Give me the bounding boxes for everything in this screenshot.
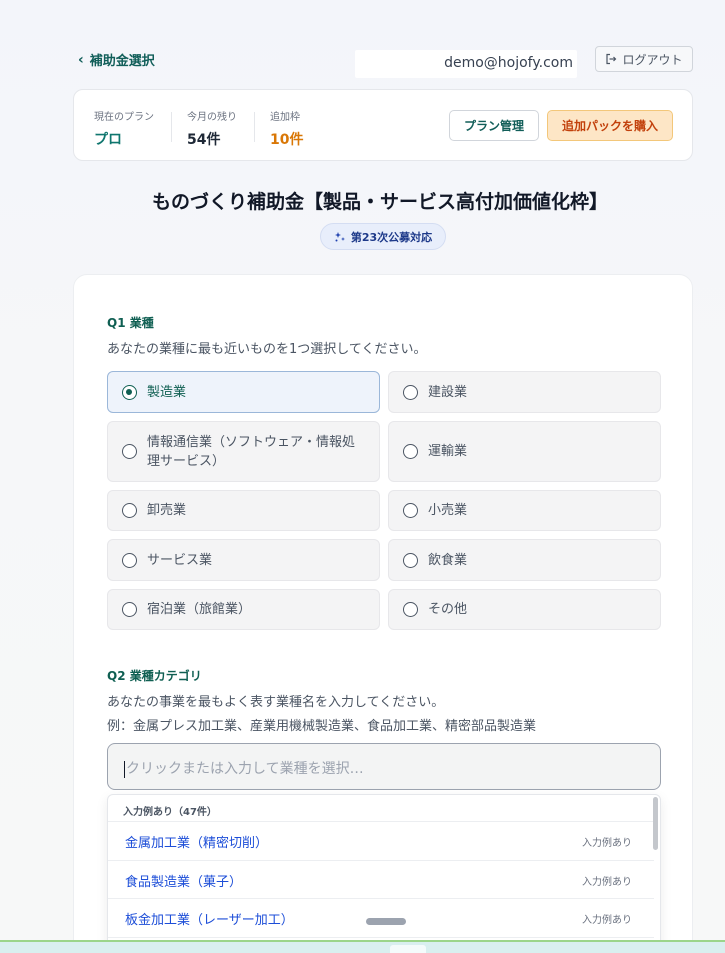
- option-label: 運輸業: [428, 444, 468, 459]
- suggestion-item[interactable]: 金属加工業（精密切削） 入力例あり: [108, 821, 654, 860]
- radio: [122, 444, 137, 459]
- questionnaire-card: Q1 業種 あなたの業種に最も近いものを1つ選択してください。 製造業 建設業 …: [73, 274, 693, 953]
- buy-extra-pack-button[interactable]: 追加パックを購入: [547, 110, 673, 141]
- radio: [403, 384, 418, 400]
- option-label: 情報通信業（ソフトウェア・情報処理サービス）: [147, 434, 356, 469]
- page-title: ものづくり補助金【製品・サービス高付加価値化枠】: [151, 191, 608, 213]
- q2-description: あなたの事業を最もよく表す業種名を入力してください。: [107, 695, 445, 710]
- industry-option-manufacturing[interactable]: 製造業: [107, 371, 380, 413]
- option-label: 宿泊業（旅館業）: [147, 602, 252, 617]
- input-placeholder: クリックまたは入力して業種を選択…: [126, 761, 364, 777]
- option-label: サービス業: [147, 552, 213, 568]
- current-plan-value: プロ: [94, 132, 122, 148]
- bottom-bar: [0, 940, 725, 953]
- q1-description: あなたの業種に最も近いものを1つ選択してください。: [107, 342, 427, 357]
- user-email: demo@hojofy.com: [355, 50, 577, 78]
- industry-option-service[interactable]: サービス業: [107, 539, 380, 581]
- round-badge: 第23次公募対応: [320, 223, 446, 250]
- industry-option-retail[interactable]: 小売業: [388, 490, 661, 531]
- suggestion-tag: 入力例あり: [582, 837, 632, 849]
- suggestion-item[interactable]: 食品製造業（菓子） 入力例あり: [108, 860, 654, 899]
- suggestion-tag: 入力例あり: [582, 876, 632, 888]
- text-caret: [124, 760, 125, 778]
- chevron-left-icon: ‹: [78, 51, 84, 68]
- q1-title: Q1 業種: [107, 316, 154, 330]
- extra-value: 10件: [270, 132, 304, 148]
- option-label: 飲食業: [428, 552, 468, 568]
- sparkle-icon: [334, 231, 345, 241]
- top-bar: ‹ 補助金選択 demo@hojofy.com ログアウト: [0, 0, 725, 85]
- radio: [403, 602, 418, 617]
- option-label: 小売業: [428, 503, 468, 518]
- divider: [254, 112, 255, 142]
- industry-option-lodging[interactable]: 宿泊業（旅館業）: [107, 589, 380, 630]
- radio: [403, 444, 418, 459]
- logout-button[interactable]: ログアウト: [595, 46, 693, 72]
- divider: [171, 112, 172, 142]
- extra-label: 追加枠: [270, 112, 300, 123]
- logout-icon: [606, 53, 617, 65]
- current-plan-label: 現在のプラン: [94, 112, 154, 123]
- round-badge-label: 第23次公募対応: [350, 230, 433, 244]
- bottom-tab[interactable]: [390, 945, 426, 953]
- option-label: 建設業: [428, 384, 468, 400]
- industry-option-construction[interactable]: 建設業: [388, 371, 661, 413]
- q2-title: Q2 業種カテゴリ: [107, 669, 202, 683]
- radio-selected: [122, 384, 137, 400]
- q2-example: 例：金属プレス加工業、産業用機械製造業、食品加工業、精密部品製造業: [107, 719, 537, 734]
- suggestion-name: 金属加工業（精密切削）: [125, 835, 269, 851]
- logout-label: ログアウト: [622, 52, 683, 67]
- radio: [122, 602, 137, 617]
- radio: [122, 552, 137, 568]
- industry-option-ict[interactable]: 情報通信業（ソフトウェア・情報処理サービス）: [107, 421, 380, 482]
- option-label: その他: [428, 602, 468, 617]
- radio: [403, 503, 418, 518]
- back-link-label: 補助金選択: [89, 54, 155, 69]
- industry-option-other[interactable]: その他: [388, 589, 661, 630]
- industry-option-food-service[interactable]: 飲食業: [388, 539, 661, 581]
- dropdown-header: 入力例あり（47件）: [123, 807, 217, 818]
- back-to-subsidy-select-link[interactable]: ‹ 補助金選択: [78, 50, 155, 70]
- plan-summary-card: 現在のプラン プロ 今月の残り 54件 追加枠 10件 プラン管理 追加パックを…: [73, 89, 693, 161]
- remaining-stat: 今月の残り 54件: [187, 108, 237, 149]
- radio: [122, 503, 137, 518]
- option-label: 製造業: [147, 384, 187, 400]
- remaining-label: 今月の残り: [187, 112, 237, 123]
- industry-category-input[interactable]: クリックまたは入力して業種を選択…: [107, 743, 661, 790]
- dropdown-scrollbar[interactable]: [653, 797, 658, 850]
- current-plan-stat: 現在のプラン プロ: [94, 108, 154, 149]
- option-label: 卸売業: [147, 503, 187, 518]
- suggestion-dropdown: 入力例あり（47件） 金属加工業（精密切削） 入力例あり 食品製造業（菓子） 入…: [107, 794, 661, 953]
- suggestion-name: 板金加工業（レーザー加工）: [125, 912, 294, 928]
- suggestion-name: 食品製造業（菓子）: [125, 874, 243, 890]
- plan-manage-button[interactable]: プラン管理: [449, 110, 539, 141]
- remaining-value: 54件: [187, 132, 221, 148]
- industry-option-transport[interactable]: 運輸業: [388, 421, 661, 482]
- radio: [403, 552, 418, 568]
- industry-option-wholesale[interactable]: 卸売業: [107, 490, 380, 531]
- extra-stat: 追加枠 10件: [270, 108, 303, 149]
- suggestion-tag: 入力例あり: [582, 914, 632, 926]
- drag-handle[interactable]: [366, 918, 406, 925]
